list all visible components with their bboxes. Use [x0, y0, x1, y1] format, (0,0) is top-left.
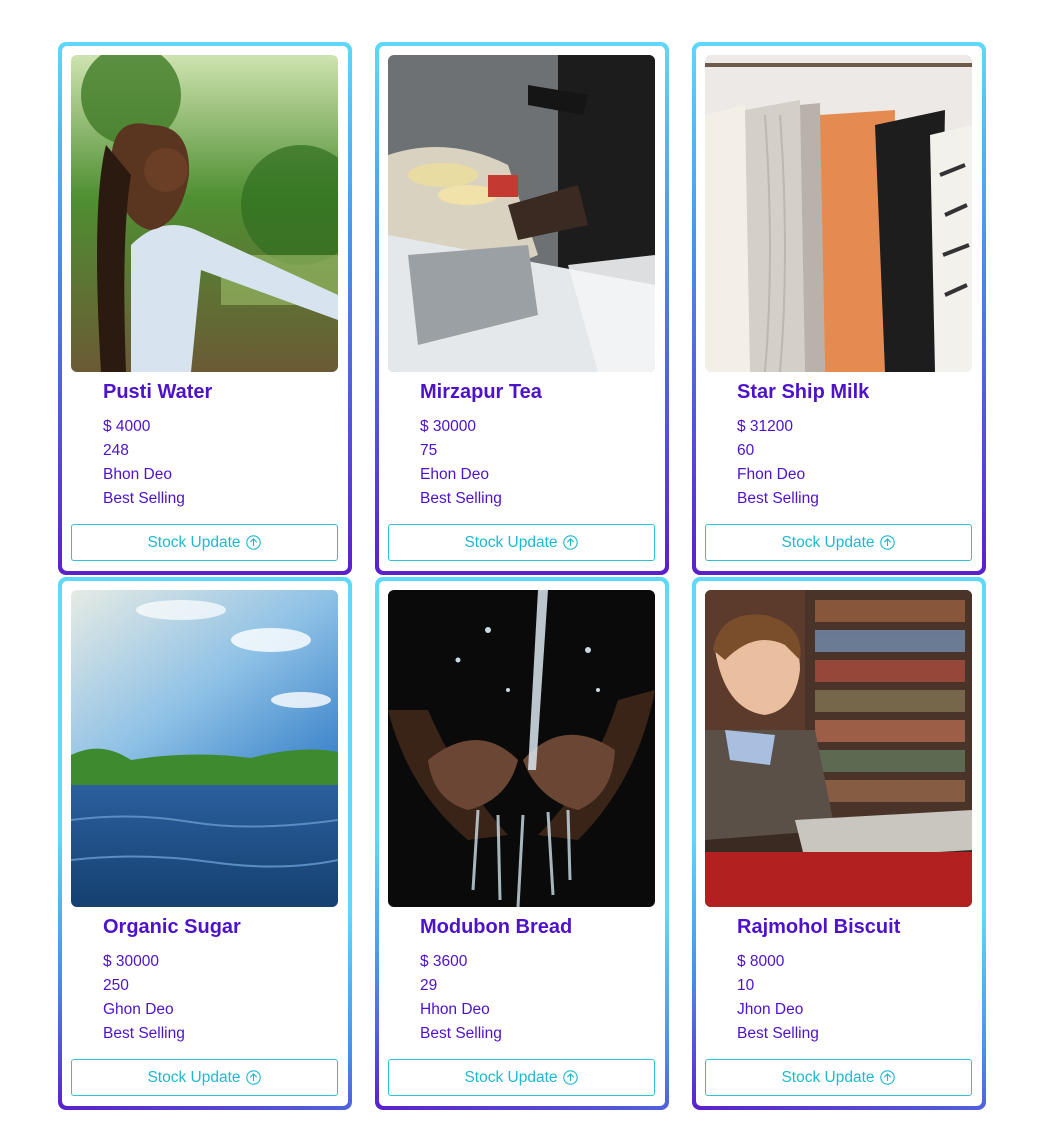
arrow-up-circle-icon [562, 1070, 578, 1085]
arrow-up-circle-icon [879, 535, 895, 550]
product-card-body: Pusti Water $ 4000 248 Bhon Deo Best Sel… [62, 46, 348, 571]
product-price: $ 30000 [420, 418, 477, 435]
stock-update-button[interactable]: Stock Update [71, 1059, 338, 1096]
product-image [388, 55, 655, 372]
product-quantity: 75 [420, 442, 438, 459]
product-image [705, 55, 972, 372]
product-card-body: Star Ship Milk $ 31200 60 Fhon Deo Best … [696, 46, 982, 571]
product-card-body: Rajmohol Biscuit $ 8000 10 Jhon Deo Best… [696, 581, 982, 1106]
product-name: Rajmohol Biscuit [737, 916, 901, 938]
product-name: Organic Sugar [103, 916, 241, 938]
product-quantity: 248 [103, 442, 129, 459]
product-image [705, 590, 972, 907]
product-quantity: 29 [420, 977, 438, 994]
arrow-up-circle-icon [562, 535, 578, 550]
product-card: Pusti Water $ 4000 248 Bhon Deo Best Sel… [58, 42, 352, 575]
product-price: $ 31200 [737, 418, 794, 435]
product-name: Modubon Bread [420, 916, 573, 938]
product-image [388, 590, 655, 907]
product-supplier: Ehon Deo [420, 466, 489, 483]
product-supplier: Ghon Deo [103, 1001, 174, 1018]
product-price: $ 8000 [737, 953, 785, 970]
stock-update-label: Stock Update [781, 533, 875, 551]
product-name: Mirzapur Tea [420, 381, 542, 403]
product-name: Pusti Water [103, 381, 213, 403]
stock-update-button[interactable]: Stock Update [388, 524, 655, 561]
stock-update-label: Stock Update [781, 1068, 875, 1086]
stock-update-label: Stock Update [147, 1068, 241, 1086]
product-supplier: Fhon Deo [737, 466, 806, 483]
product-card: Star Ship Milk $ 31200 60 Fhon Deo Best … [692, 42, 986, 575]
product-card: Mirzapur Tea $ 30000 75 Ehon Deo Best Se… [375, 42, 669, 575]
product-tag: Best Selling [103, 1025, 185, 1042]
product-card-body: Organic Sugar $ 30000 250 Ghon Deo Best … [62, 581, 348, 1106]
product-quantity: 10 [737, 977, 755, 994]
product-name: Star Ship Milk [737, 381, 870, 403]
product-tag: Best Selling [420, 490, 502, 507]
stock-update-button[interactable]: Stock Update [388, 1059, 655, 1096]
stock-update-button[interactable]: Stock Update [705, 1059, 972, 1096]
arrow-up-circle-icon [245, 1070, 261, 1085]
product-price: $ 3600 [420, 953, 468, 970]
product-supplier: Bhon Deo [103, 466, 172, 483]
product-quantity: 250 [103, 977, 129, 994]
product-quantity: 60 [737, 442, 755, 459]
stock-update-label: Stock Update [464, 533, 558, 551]
product-grid: Pusti Water $ 4000 248 Bhon Deo Best Sel… [58, 42, 986, 1110]
product-tag: Best Selling [103, 490, 185, 507]
stock-update-label: Stock Update [464, 1068, 558, 1086]
product-card: Modubon Bread $ 3600 29 Hhon Deo Best Se… [375, 577, 669, 1110]
product-card: Rajmohol Biscuit $ 8000 10 Jhon Deo Best… [692, 577, 986, 1110]
product-card-body: Mirzapur Tea $ 30000 75 Ehon Deo Best Se… [379, 46, 665, 571]
stock-update-label: Stock Update [147, 533, 241, 551]
stock-update-button[interactable]: Stock Update [71, 524, 338, 561]
product-tag: Best Selling [420, 1025, 502, 1042]
product-tag: Best Selling [737, 490, 819, 507]
stock-update-button[interactable]: Stock Update [705, 524, 972, 561]
product-card: Organic Sugar $ 30000 250 Ghon Deo Best … [58, 577, 352, 1110]
product-tag: Best Selling [737, 1025, 819, 1042]
product-supplier: Hhon Deo [420, 1001, 490, 1018]
product-supplier: Jhon Deo [737, 1001, 804, 1018]
product-card-body: Modubon Bread $ 3600 29 Hhon Deo Best Se… [379, 581, 665, 1106]
arrow-up-circle-icon [245, 535, 261, 550]
product-image [71, 590, 338, 907]
product-price: $ 4000 [103, 418, 151, 435]
product-image [71, 55, 338, 372]
product-price: $ 30000 [103, 953, 160, 970]
arrow-up-circle-icon [879, 1070, 895, 1085]
